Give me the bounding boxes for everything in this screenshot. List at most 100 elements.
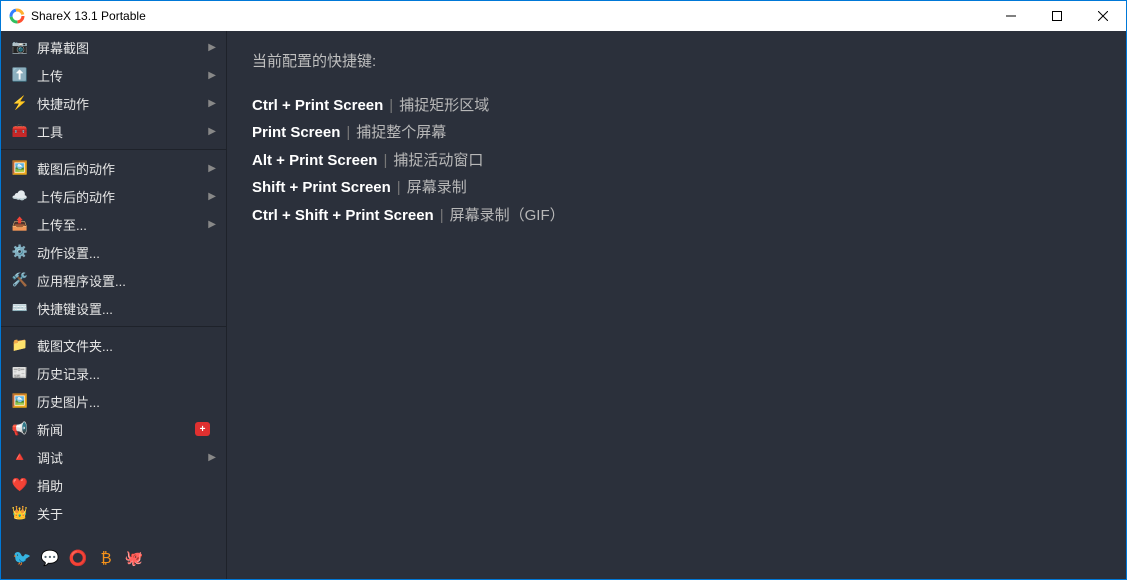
hotkey-key: Alt + Print Screen: [252, 152, 377, 169]
hotkey-row: Alt + Print Screen | 捕捉活动窗口: [252, 148, 1101, 174]
menu-item-label: 关于: [37, 504, 216, 523]
menu-item-label: 应用程序设置...: [37, 271, 216, 290]
menu-item-icon: 👑: [11, 505, 29, 521]
hotkey-key: Ctrl + Print Screen: [252, 97, 383, 114]
minimize-button[interactable]: [988, 1, 1034, 31]
bitcoin-icon[interactable]: ₿: [95, 547, 117, 569]
menu-item-icon: ☁️: [11, 188, 29, 204]
hotkey-key: Shift + Print Screen: [252, 179, 391, 196]
menu-item-icon: 📤: [11, 216, 29, 232]
hotkey-separator: |: [346, 124, 350, 141]
menu-separator: [1, 149, 226, 150]
submenu-arrow-icon: ▶: [208, 70, 216, 81]
menu-item-icon: ⚡: [11, 95, 29, 111]
news-badge: +: [195, 422, 210, 436]
menu-item-icon: 🧰: [11, 123, 29, 139]
hotkey-key: Print Screen: [252, 124, 340, 141]
titlebar[interactable]: ShareX 13.1 Portable: [1, 1, 1126, 31]
hotkey-desc: 捕捉整个屏幕: [356, 124, 446, 141]
app-icon: [9, 8, 25, 24]
menu-item-label: 调试: [37, 448, 208, 467]
menu-item-icon: ⚙️: [11, 244, 29, 260]
hotkey-row: Ctrl + Shift + Print Screen | 屏幕录制（GIF）: [252, 203, 1101, 229]
sidebar-item[interactable]: 🔺 调试▶: [1, 443, 226, 471]
sidebar-item[interactable]: ⬆️ 上传▶: [1, 61, 226, 89]
menu-item-label: 快捷动作: [37, 94, 208, 113]
menu-item-icon: 🛠️: [11, 272, 29, 288]
submenu-arrow-icon: ▶: [208, 42, 216, 53]
menu-item-icon: ⌨️: [11, 300, 29, 316]
sidebar-item[interactable]: ❤️ 捐助: [1, 471, 226, 499]
sidebar-item[interactable]: ☁️ 上传后的动作▶: [1, 182, 226, 210]
sidebar-item[interactable]: 👑 关于: [1, 499, 226, 527]
window-controls: [988, 1, 1126, 31]
menu-item-icon: 📢: [11, 421, 29, 437]
menu-item-label: 截图后的动作: [37, 159, 208, 178]
sidebar: 📷屏幕截图▶⬆️上传▶⚡快捷动作▶🧰工具▶🖼️截图后的动作▶☁️上传后的动作▶📤…: [1, 31, 227, 579]
hotkey-separator: |: [389, 97, 393, 114]
sidebar-item[interactable]: 📰 历史记录...: [1, 359, 226, 387]
sidebar-item[interactable]: 🧰 工具▶: [1, 117, 226, 145]
sidebar-item[interactable]: 📁 截图文件夹...: [1, 331, 226, 359]
hotkey-separator: |: [383, 152, 387, 169]
submenu-arrow-icon: ▶: [208, 452, 216, 463]
menu-item-icon: ❤️: [11, 477, 29, 493]
hotkey-row: Shift + Print Screen | 屏幕录制: [252, 175, 1101, 201]
menu-item-icon: 📁: [11, 337, 29, 353]
hotkey-separator: |: [397, 179, 401, 196]
hotkey-desc: 捕捉矩形区域: [399, 97, 489, 114]
close-button[interactable]: [1080, 1, 1126, 31]
social-bar: 🐦 💬 ⭕ ₿ 🐙: [1, 539, 226, 579]
hotkey-key: Ctrl + Shift + Print Screen: [252, 207, 434, 224]
submenu-arrow-icon: ▶: [208, 126, 216, 137]
menu-item-icon: 📰: [11, 365, 29, 381]
menu-item-label: 工具: [37, 122, 208, 141]
sidebar-item[interactable]: 📢 新闻+: [1, 415, 226, 443]
maximize-button[interactable]: [1034, 1, 1080, 31]
sidebar-item[interactable]: 📷 屏幕截图▶: [1, 33, 226, 61]
menu-item-label: 上传至...: [37, 215, 208, 234]
submenu-arrow-icon: ▶: [208, 191, 216, 202]
menu-item-label: 快捷键设置...: [37, 299, 216, 318]
hotkey-row: Print Screen | 捕捉整个屏幕: [252, 120, 1101, 146]
hotkey-desc: 屏幕录制: [407, 179, 467, 196]
menu-item-label: 屏幕截图: [37, 38, 208, 57]
hotkeys-heading: 当前配置的快捷键:: [252, 49, 1101, 75]
sidebar-item[interactable]: ⌨️ 快捷键设置...: [1, 294, 226, 322]
sidebar-menu: 📷屏幕截图▶⬆️上传▶⚡快捷动作▶🧰工具▶🖼️截图后的动作▶☁️上传后的动作▶📤…: [1, 31, 226, 539]
menu-item-label: 新闻: [37, 420, 195, 439]
patreon-icon[interactable]: ⭕: [67, 547, 89, 569]
submenu-arrow-icon: ▶: [208, 98, 216, 109]
menu-item-icon: ⬆️: [11, 67, 29, 83]
menu-item-label: 历史图片...: [37, 392, 216, 411]
menu-item-label: 捐助: [37, 476, 216, 495]
window-title: ShareX 13.1 Portable: [31, 9, 146, 23]
menu-item-label: 动作设置...: [37, 243, 216, 262]
sidebar-item[interactable]: ⚡ 快捷动作▶: [1, 89, 226, 117]
sidebar-item[interactable]: 🖼️ 历史图片...: [1, 387, 226, 415]
menu-item-icon: 📷: [11, 39, 29, 55]
hotkeys-list: Ctrl + Print Screen | 捕捉矩形区域 Print Screen | 捕…: [252, 93, 1101, 229]
sidebar-item[interactable]: 🛠️ 应用程序设置...: [1, 266, 226, 294]
menu-separator: [1, 326, 226, 327]
menu-item-label: 历史记录...: [37, 364, 216, 383]
submenu-arrow-icon: ▶: [208, 163, 216, 174]
hotkey-desc: 屏幕录制（GIF）: [450, 207, 565, 224]
github-icon[interactable]: 🐙: [123, 547, 145, 569]
sidebar-item[interactable]: 🖼️ 截图后的动作▶: [1, 154, 226, 182]
hotkey-desc: 捕捉活动窗口: [393, 152, 483, 169]
menu-item-label: 截图文件夹...: [37, 336, 216, 355]
hotkey-separator: |: [440, 207, 444, 224]
discord-icon[interactable]: 💬: [39, 547, 61, 569]
menu-item-icon: 🖼️: [11, 160, 29, 176]
twitter-icon[interactable]: 🐦: [11, 547, 33, 569]
menu-item-label: 上传: [37, 66, 208, 85]
menu-item-label: 上传后的动作: [37, 187, 208, 206]
menu-item-icon: 🖼️: [11, 393, 29, 409]
sidebar-item[interactable]: ⚙️ 动作设置...: [1, 238, 226, 266]
submenu-arrow-icon: ▶: [208, 219, 216, 230]
main-panel: 当前配置的快捷键: Ctrl + Print Screen | 捕捉矩形区域 Prin…: [227, 31, 1126, 579]
sidebar-item[interactable]: 📤 上传至...▶: [1, 210, 226, 238]
menu-item-icon: 🔺: [11, 449, 29, 465]
hotkey-row: Ctrl + Print Screen | 捕捉矩形区域: [252, 93, 1101, 119]
